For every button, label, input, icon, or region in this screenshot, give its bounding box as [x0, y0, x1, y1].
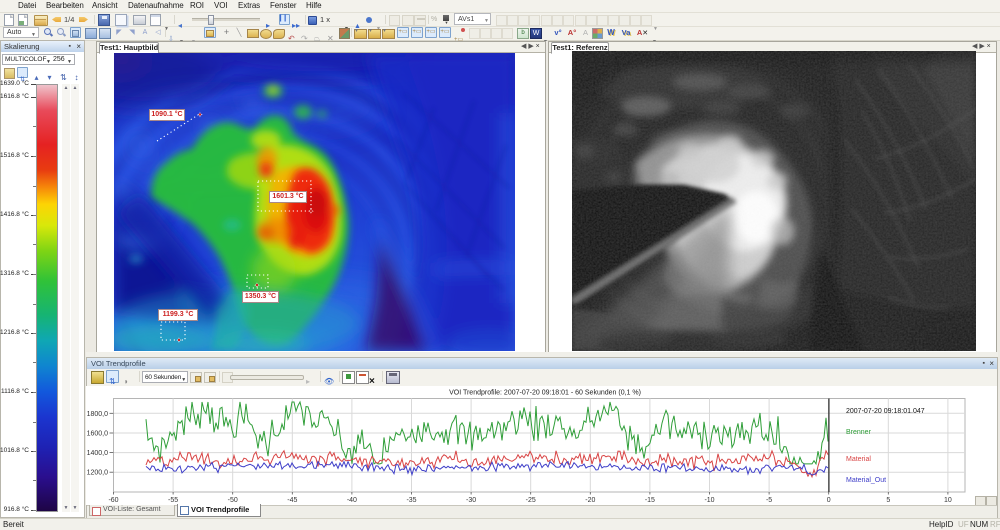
svg-text:2007-07-20 09:18:01.047: 2007-07-20 09:18:01.047 [846, 408, 925, 415]
svg-text:VOI Trendprofile: 2007-07-20 0: VOI Trendprofile: 2007-07-20 09:18:01 - … [449, 390, 641, 397]
svg-text:-35: -35 [406, 497, 416, 504]
svg-text:-20: -20 [585, 497, 595, 504]
svg-text:-30: -30 [466, 497, 476, 504]
svg-text:1600,0: 1600,0 [87, 431, 109, 438]
svg-text:-15: -15 [645, 497, 655, 504]
svg-text:-60: -60 [108, 497, 118, 504]
svg-text:-50: -50 [228, 497, 238, 504]
svg-text:-25: -25 [526, 497, 536, 504]
svg-text:-45: -45 [287, 497, 297, 504]
svg-text:1200,0: 1200,0 [87, 470, 109, 477]
svg-text:10: 10 [944, 497, 952, 504]
svg-text:0: 0 [827, 497, 831, 504]
svg-text:-55: -55 [168, 497, 178, 504]
svg-text:-5: -5 [766, 497, 772, 504]
svg-text:-40: -40 [347, 497, 357, 504]
svg-text:1400,0: 1400,0 [87, 450, 109, 457]
svg-text:Material: Material [846, 456, 871, 463]
svg-text:5: 5 [886, 497, 890, 504]
svg-text:Brenner: Brenner [846, 429, 872, 436]
svg-text:1800,0: 1800,0 [87, 411, 109, 418]
svg-text:Material_Out: Material_Out [846, 477, 886, 484]
svg-text:-10: -10 [704, 497, 714, 504]
